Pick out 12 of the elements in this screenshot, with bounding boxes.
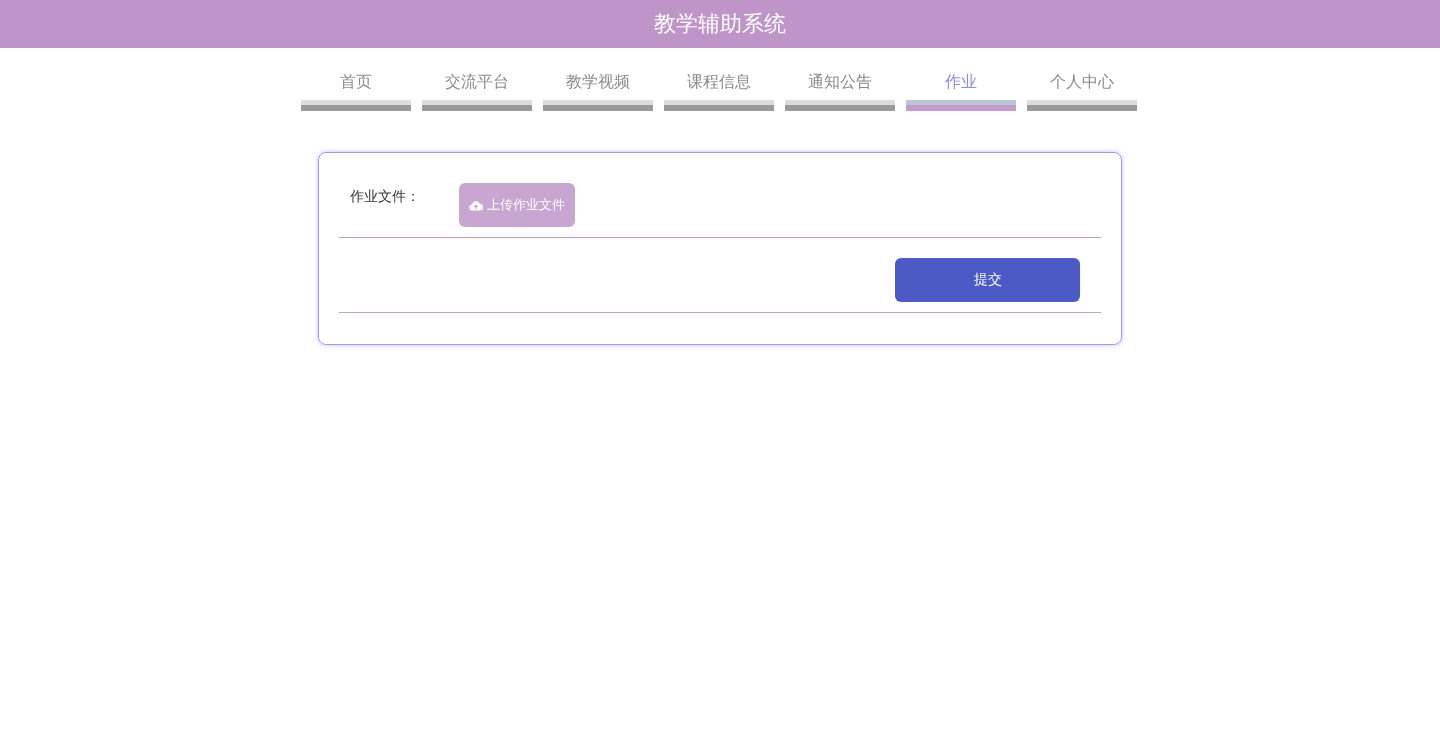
nav-tab[interactable]: 个人中心 <box>1027 68 1137 111</box>
field-label: 作业文件： <box>350 188 421 206</box>
submit-button[interactable]: 提交 <box>895 258 1080 302</box>
nav-tab[interactable]: 通知公告 <box>785 68 895 111</box>
nav-tab[interactable]: 课程信息 <box>664 68 774 111</box>
nav-tab[interactable]: 交流平台 <box>422 68 532 111</box>
app-title: 教学辅助系统 <box>654 10 786 38</box>
cloud-upload-icon <box>469 199 483 211</box>
nav-tab[interactable]: 首页 <box>301 68 411 111</box>
upload-button[interactable]: 上传作业文件 <box>459 183 575 227</box>
nav-tab[interactable]: 作业 <box>906 68 1016 111</box>
nav-tab[interactable]: 教学视频 <box>543 68 653 111</box>
